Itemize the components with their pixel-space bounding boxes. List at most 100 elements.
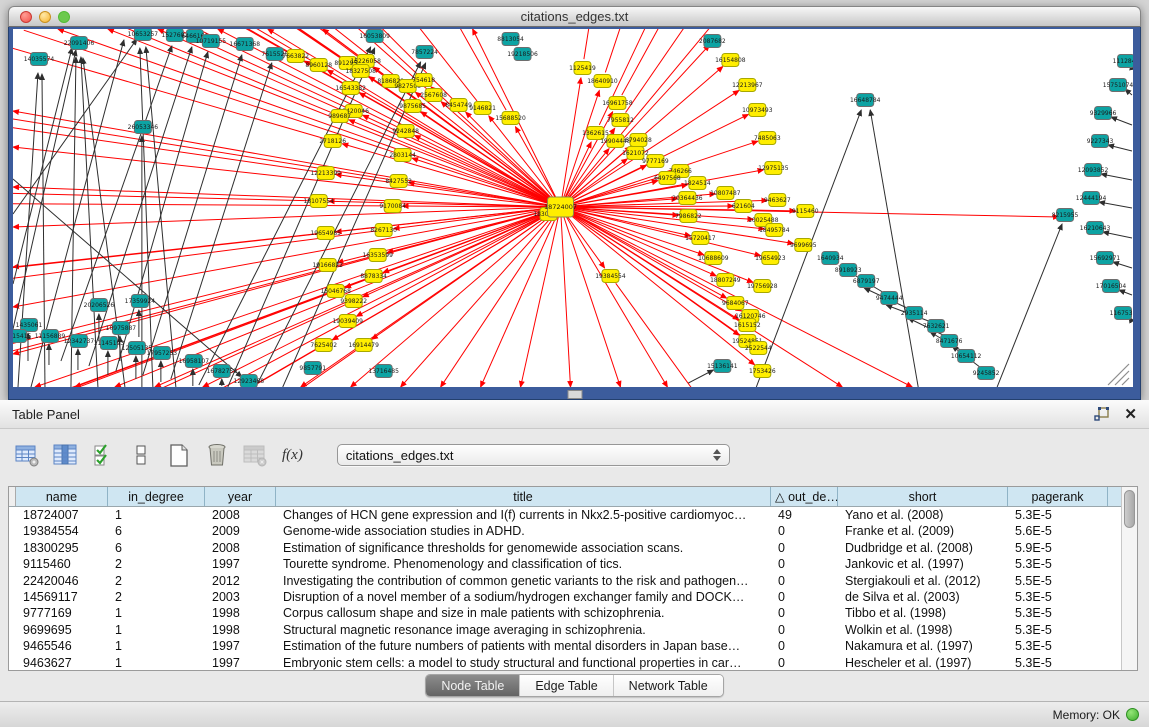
table-cell[interactable]: 18724007 [16, 507, 108, 523]
table-row[interactable]: 977716911998Corpus callosum shape and si… [9, 605, 1137, 621]
table-row[interactable]: 969969511998Structural magnetic resonanc… [9, 622, 1137, 638]
table-cell[interactable]: 1 [108, 622, 205, 638]
table-cell[interactable]: Yano et al. (2008) [838, 507, 1008, 523]
column-header-in_degree[interactable]: in_degree [108, 487, 205, 506]
table-cell[interactable]: 18300295 [16, 540, 108, 556]
network-graph[interactable]: 1403557422091406106532571527602646616010… [13, 29, 1133, 387]
column-header-short[interactable]: short [838, 487, 1008, 506]
memory-status-icon[interactable] [1126, 708, 1139, 721]
column-header-title[interactable]: title [276, 487, 771, 506]
table-cell[interactable]: Dudbridge et al. (2008) [838, 540, 1008, 556]
table-cell[interactable]: 49 [771, 507, 838, 523]
scrollbar-thumb[interactable] [1124, 490, 1135, 528]
table-cell[interactable]: de Silva et al. (2003) [838, 589, 1008, 605]
minimize-window-icon[interactable] [39, 11, 51, 23]
row-height-icon[interactable] [126, 441, 156, 469]
close-window-icon[interactable] [20, 11, 32, 23]
table-cell[interactable]: 1 [108, 655, 205, 671]
table-row[interactable]: 911546021997Tourette syndrome. Phenomeno… [9, 556, 1137, 572]
table-cell[interactable]: 1 [108, 605, 205, 621]
table-cell[interactable]: 2008 [205, 540, 276, 556]
table-cell[interactable]: Structural magnetic resonance image aver… [276, 622, 771, 638]
table-row[interactable]: 1872400712008Changes of HCN gene express… [9, 507, 1137, 523]
table-cell[interactable]: 0 [771, 523, 838, 539]
table-cell[interactable]: Embryonic stem cells: a model to study s… [276, 655, 771, 671]
table-select-dropdown[interactable]: citations_edges.txt [337, 444, 730, 466]
table-cell[interactable]: 2 [108, 573, 205, 589]
column-header-out_de[interactable]: △ out_de… [771, 487, 838, 506]
network-canvas[interactable]: 1403557422091406106532571527602646616010… [13, 29, 1133, 387]
table-cell[interactable]: 5.3E-5 [1008, 556, 1108, 572]
table-cell[interactable]: 1997 [205, 655, 276, 671]
float-panel-icon[interactable] [1094, 407, 1110, 422]
tab-edge-table[interactable]: Edge Table [519, 675, 612, 696]
table-cell[interactable]: Genome-wide association studies in ADHD. [276, 523, 771, 539]
column-select-icon[interactable] [50, 441, 80, 469]
table-cell[interactable]: 5.3E-5 [1008, 622, 1108, 638]
table-vertical-scrollbar[interactable] [1121, 487, 1137, 670]
table-cell[interactable]: 5.3E-5 [1008, 507, 1108, 523]
table-cell[interactable]: 0 [771, 556, 838, 572]
table-cell[interactable]: 5.9E-5 [1008, 540, 1108, 556]
table-cell[interactable]: 2 [108, 589, 205, 605]
table-cell[interactable]: 5.3E-5 [1008, 655, 1108, 671]
table-cell[interactable]: 6 [108, 523, 205, 539]
table-cell[interactable]: 9115460 [16, 556, 108, 572]
table-cell[interactable]: 5.3E-5 [1008, 605, 1108, 621]
table-cell[interactable]: Investigating the contribution of common… [276, 573, 771, 589]
table-cell[interactable]: Nakamura et al. (1997) [838, 638, 1008, 654]
table-row[interactable]: 946554611997Estimation of the future num… [9, 638, 1137, 654]
column-header-year[interactable]: year [205, 487, 276, 506]
table-cell[interactable]: 1998 [205, 622, 276, 638]
table-row[interactable]: 2242004622012Investigating the contribut… [9, 573, 1137, 589]
table-cell[interactable]: Stergiakouli et al. (2012) [838, 573, 1008, 589]
table-settings-icon[interactable] [12, 441, 42, 469]
table-cell[interactable]: 19384554 [16, 523, 108, 539]
table-row[interactable]: 1456911722003Disruption of a novel membe… [9, 589, 1137, 605]
table-cell[interactable]: 6 [108, 540, 205, 556]
table-cell[interactable]: 0 [771, 638, 838, 654]
table-row[interactable]: 946362711997Embryonic stem cells: a mode… [9, 655, 1137, 671]
table-cell[interactable]: 1 [108, 638, 205, 654]
table-cell[interactable]: Wolkin et al. (1998) [838, 622, 1008, 638]
window-titlebar[interactable]: citations_edges.txt [8, 6, 1141, 27]
table-cell[interactable]: 0 [771, 622, 838, 638]
table-cell[interactable]: Changes of HCN gene expression and I(f) … [276, 507, 771, 523]
table-cell[interactable]: 14569117 [16, 589, 108, 605]
table-cell[interactable]: 2009 [205, 523, 276, 539]
table-cell[interactable]: 5.3E-5 [1008, 589, 1108, 605]
tab-network-table[interactable]: Network Table [613, 675, 723, 696]
table-cell[interactable]: 0 [771, 605, 838, 621]
table-cell[interactable]: 9465546 [16, 638, 108, 654]
select-rows-icon[interactable] [88, 441, 118, 469]
table-cell[interactable]: 5.3E-5 [1008, 638, 1108, 654]
table-cell[interactable]: 9777169 [16, 605, 108, 621]
table-cell[interactable]: 2 [108, 556, 205, 572]
table-cell[interactable]: 0 [771, 540, 838, 556]
table-cell[interactable]: Tibbo et al. (1998) [838, 605, 1008, 621]
table-cell[interactable]: 2012 [205, 573, 276, 589]
table-cell[interactable]: 1998 [205, 605, 276, 621]
table-cell[interactable]: 1 [108, 507, 205, 523]
table-cell[interactable]: 2008 [205, 507, 276, 523]
table-cell[interactable]: Tourette syndrome. Phenomenology and cla… [276, 556, 771, 572]
tab-node-table[interactable]: Node Table [426, 675, 519, 696]
table-cell[interactable]: Hescheler et al. (1997) [838, 655, 1008, 671]
delete-table-icon[interactable] [240, 441, 270, 469]
close-panel-icon[interactable]: ✕ [1124, 407, 1137, 422]
table-cell[interactable]: 9699695 [16, 622, 108, 638]
column-header-pagerank[interactable]: pagerank [1008, 487, 1108, 506]
table-cell[interactable]: 0 [771, 573, 838, 589]
column-header-name[interactable]: name [16, 487, 108, 506]
table-cell[interactable]: Disruption of a novel member of a sodium… [276, 589, 771, 605]
table-cell[interactable]: 1997 [205, 556, 276, 572]
table-cell[interactable]: 5.6E-5 [1008, 523, 1108, 539]
splitter-handle[interactable] [567, 390, 582, 399]
table-cell[interactable]: Estimation of the future numbers of pati… [276, 638, 771, 654]
table-cell[interactable]: 0 [771, 589, 838, 605]
function-builder-icon[interactable]: f(x) [282, 447, 303, 464]
table-cell[interactable]: 0 [771, 655, 838, 671]
table-cell[interactable]: 2003 [205, 589, 276, 605]
table-row[interactable]: 1938455462009Genome-wide association stu… [9, 523, 1137, 539]
table-cell[interactable]: 1997 [205, 638, 276, 654]
